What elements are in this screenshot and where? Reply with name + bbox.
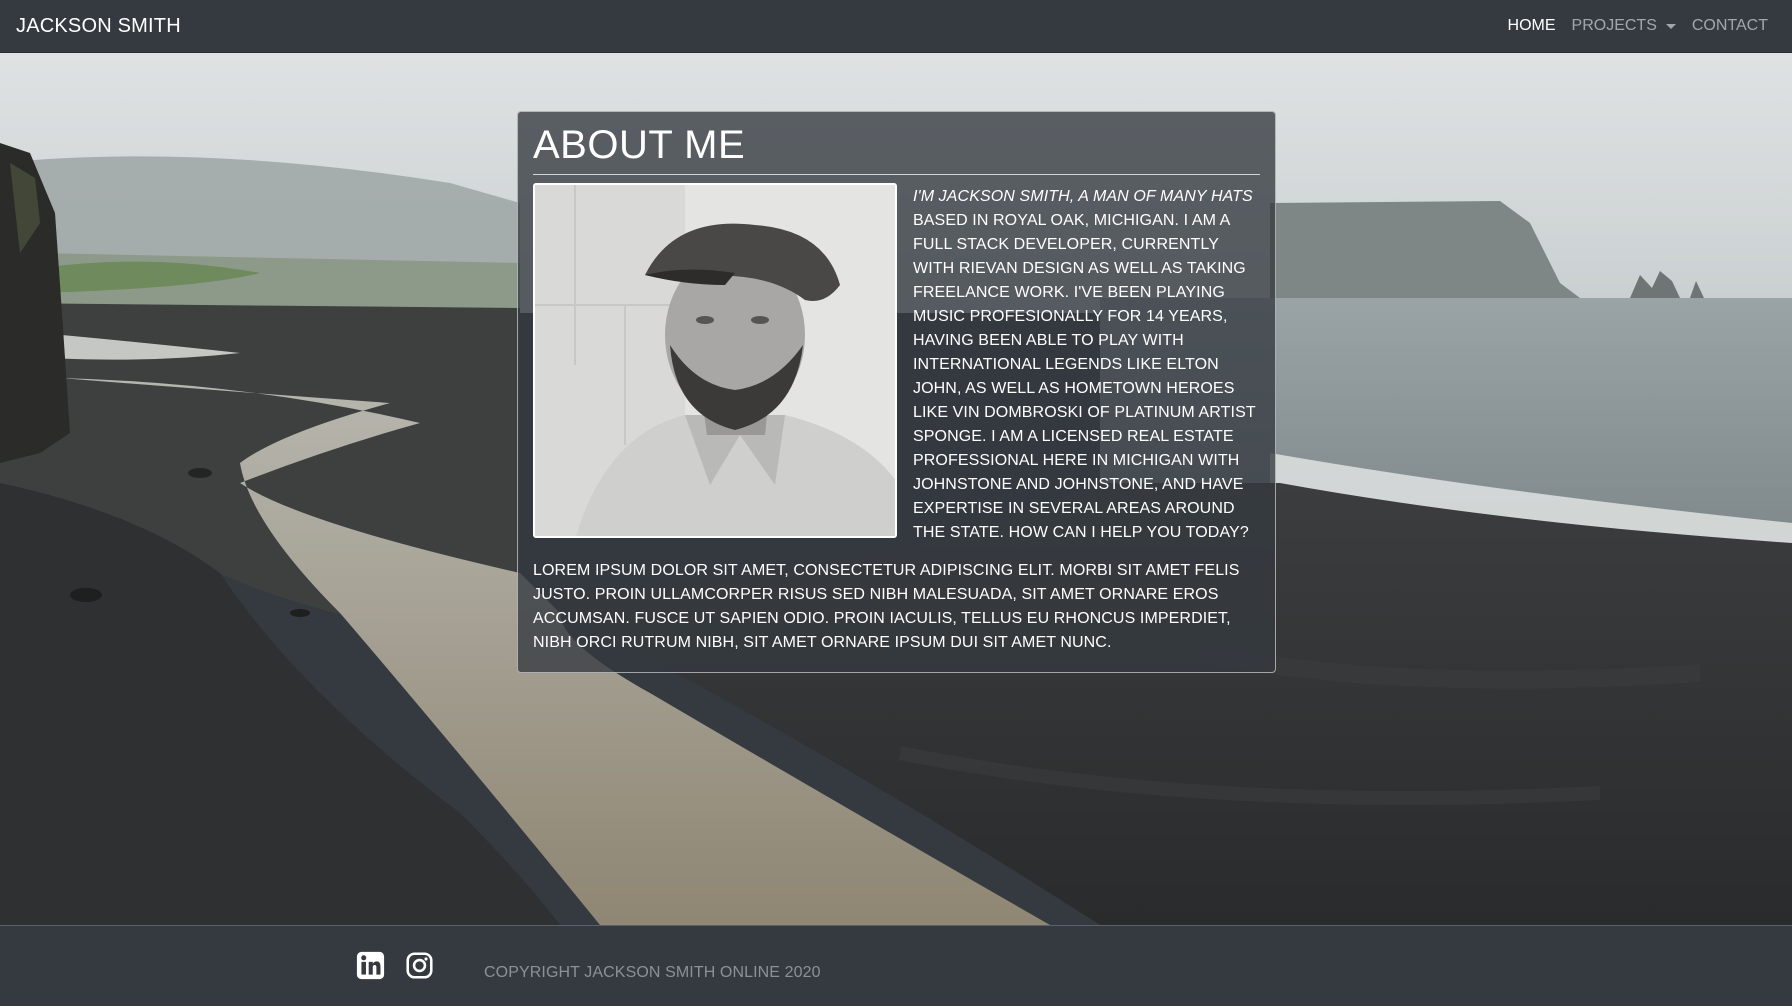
bio-text: I'm Jackson Smith, a man of many hats ba… (913, 183, 1260, 545)
bio-body: based in Royal Oak, Michigan. I am a ful… (913, 212, 1256, 541)
social-links (356, 951, 434, 980)
nav-home-link[interactable]: HOME (1500, 17, 1564, 35)
bio-intro: I'm Jackson Smith, a man of many hats (913, 188, 1253, 205)
nav-projects-dropdown[interactable]: PROJECTS (1564, 17, 1684, 35)
about-title: ABOUT ME (533, 122, 1260, 175)
caret-down-icon (1665, 23, 1676, 29)
linkedin-icon (356, 951, 385, 980)
top-navbar: JACKSON SMITH HOME PROJECTS CONTACT (0, 0, 1792, 53)
nav-links: HOME PROJECTS CONTACT (1500, 17, 1776, 35)
about-lorem-paragraph: Lorem ipsum dolor sit amet, consectetur … (533, 562, 1240, 651)
nav-contact-link[interactable]: CONTACT (1684, 17, 1776, 35)
brand-link[interactable]: JACKSON SMITH (16, 15, 181, 38)
instagram-link[interactable] (405, 951, 434, 980)
about-body: I'm Jackson Smith, a man of many hats ba… (533, 183, 1260, 545)
about-me-card: ABOUT ME I'M JACKSON SMITH, A MAN OF MAN… (517, 111, 1276, 673)
footer: COPYRIGHT JACKSON SMITH ONLINE 2020 (0, 925, 1792, 1006)
linkedin-link[interactable] (356, 951, 385, 980)
copyright-text: COPYRIGHT JACKSON SMITH ONLINE 2020 (484, 964, 821, 981)
nav-projects-label: PROJECTS (1571, 17, 1657, 34)
profile-photo (533, 183, 897, 538)
instagram-icon (406, 952, 433, 979)
